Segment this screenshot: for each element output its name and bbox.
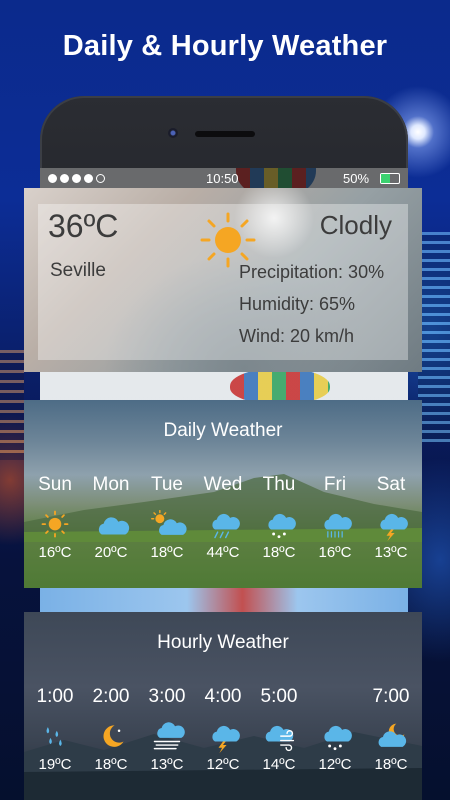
sun-icon xyxy=(200,212,256,268)
hour-label: 2:00 xyxy=(92,686,130,707)
promo-headline: Daily & Hourly Weather xyxy=(62,30,388,62)
raindrops-icon xyxy=(46,727,62,746)
signal-dot xyxy=(72,174,81,183)
screen-background-strip xyxy=(40,588,408,612)
day-temperature: 18ºC xyxy=(150,544,184,561)
hour-temperature: 14ºC xyxy=(262,756,296,773)
daily-weather-card[interactable]: Daily Weather Sun 16ºC Mon 20ºC Tue 18ºC Wed… xyxy=(24,400,422,588)
current-temperature: 36ºC xyxy=(48,208,119,244)
daily-forecast-item[interactable]: Tue 18ºC xyxy=(140,472,194,561)
signal-dot xyxy=(60,174,69,183)
moon-icon xyxy=(103,725,124,747)
hourly-forecast-item[interactable]: 12ºC xyxy=(308,684,362,773)
hourly-title: Hourly Weather xyxy=(157,632,289,653)
battery-fill xyxy=(381,174,390,183)
snow-icon xyxy=(324,725,352,751)
hour-label xyxy=(308,684,362,710)
daily-forecast-item[interactable]: Fri 16ºC xyxy=(308,472,362,561)
partly-cloudy-icon xyxy=(151,509,187,535)
hourly-weather-card[interactable]: Hourly Weather 1:00 19ºC 2:00 18ºC 3:00 13ºC 4… xyxy=(24,612,422,800)
status-time: 10:50 xyxy=(206,171,239,186)
heavy-rain-icon xyxy=(324,513,352,538)
status-bar: 10:50 50% xyxy=(40,168,408,190)
day-temperature: 16ºC xyxy=(38,544,72,561)
day-label: Fri xyxy=(323,474,347,495)
thunderstorm-icon xyxy=(380,513,408,542)
day-temperature: 13ºC xyxy=(374,544,408,561)
wind-icon xyxy=(265,725,295,752)
daily-forecast-item[interactable]: Wed 44ºC xyxy=(196,472,250,561)
signal-dot xyxy=(96,174,105,183)
hourly-forecast-item[interactable]: 1:00 19ºC xyxy=(28,684,82,773)
day-label: Mon xyxy=(92,474,130,495)
hourly-forecast-item[interactable]: 5:00 14ºC xyxy=(252,684,306,773)
hour-label: 5:00 xyxy=(260,686,298,707)
day-label: Sat xyxy=(376,474,406,495)
day-label: Sun xyxy=(38,474,72,495)
hour-temperature: 12ºC xyxy=(206,756,240,773)
hour-label: 1:00 xyxy=(36,686,74,707)
hourly-forecast-item[interactable]: 7:00 18ºC xyxy=(364,684,418,773)
daily-forecast-item[interactable]: Mon 20ºC xyxy=(84,472,138,561)
wind-value: Wind: 20 km/h xyxy=(239,326,355,346)
day-temperature: 20ºC xyxy=(94,544,128,561)
fog-icon xyxy=(153,722,185,750)
hour-label: 7:00 xyxy=(372,686,410,707)
snow-icon xyxy=(268,513,296,539)
signal-dot xyxy=(84,174,93,183)
speaker-grille xyxy=(195,131,255,137)
day-temperature: 44ºC xyxy=(206,544,240,561)
camera-icon xyxy=(168,128,178,138)
hour-label: 3:00 xyxy=(148,686,186,707)
current-weather-card[interactable]: 36ºC Seville Clodly Precipitation: 30% H… xyxy=(24,188,422,372)
city-lights-left xyxy=(0,350,24,460)
signal-dots xyxy=(48,174,105,183)
cloud-icon xyxy=(98,517,130,535)
city-lights-right xyxy=(418,232,450,442)
battery-percent: 50% xyxy=(343,171,370,186)
hour-label: 4:00 xyxy=(204,686,242,707)
humidity-value: Humidity: 65% xyxy=(239,294,356,314)
signal-dot xyxy=(48,174,57,183)
daily-forecast-item[interactable]: Thu 18ºC xyxy=(252,472,306,561)
precipitation-value: Precipitation: 30% xyxy=(239,262,385,282)
daily-forecast-item[interactable]: Sun 16ºC xyxy=(28,472,82,561)
day-temperature: 16ºC xyxy=(318,544,352,561)
daily-title: Daily Weather xyxy=(163,420,283,441)
hour-temperature: 12ºC xyxy=(318,756,352,773)
day-label: Thu xyxy=(262,474,296,495)
day-temperature: 18ºC xyxy=(262,544,296,561)
hour-temperature: 18ºC xyxy=(94,756,128,773)
balloon-image xyxy=(230,368,330,404)
daily-forecast-item[interactable]: Sat 13ºC xyxy=(364,472,418,561)
city-name: Seville xyxy=(50,260,106,281)
battery-icon xyxy=(380,173,400,184)
cloudy-night-icon xyxy=(378,723,407,747)
day-label: Tue xyxy=(150,474,184,495)
day-label: Wed xyxy=(203,474,243,495)
hour-temperature: 19ºC xyxy=(38,756,72,773)
rain-icon xyxy=(212,513,240,539)
condition-label: Clodly xyxy=(319,210,392,240)
hour-temperature: 13ºC xyxy=(150,756,184,773)
hourly-forecast-item[interactable]: 2:00 18ºC xyxy=(84,684,138,773)
sun-icon xyxy=(41,510,69,538)
hourly-forecast-item[interactable]: 3:00 13ºC xyxy=(140,684,194,773)
thunderstorm-icon xyxy=(212,725,240,754)
hourly-forecast-item[interactable]: 4:00 12ºC xyxy=(196,684,250,773)
hour-temperature: 18ºC xyxy=(374,756,408,773)
